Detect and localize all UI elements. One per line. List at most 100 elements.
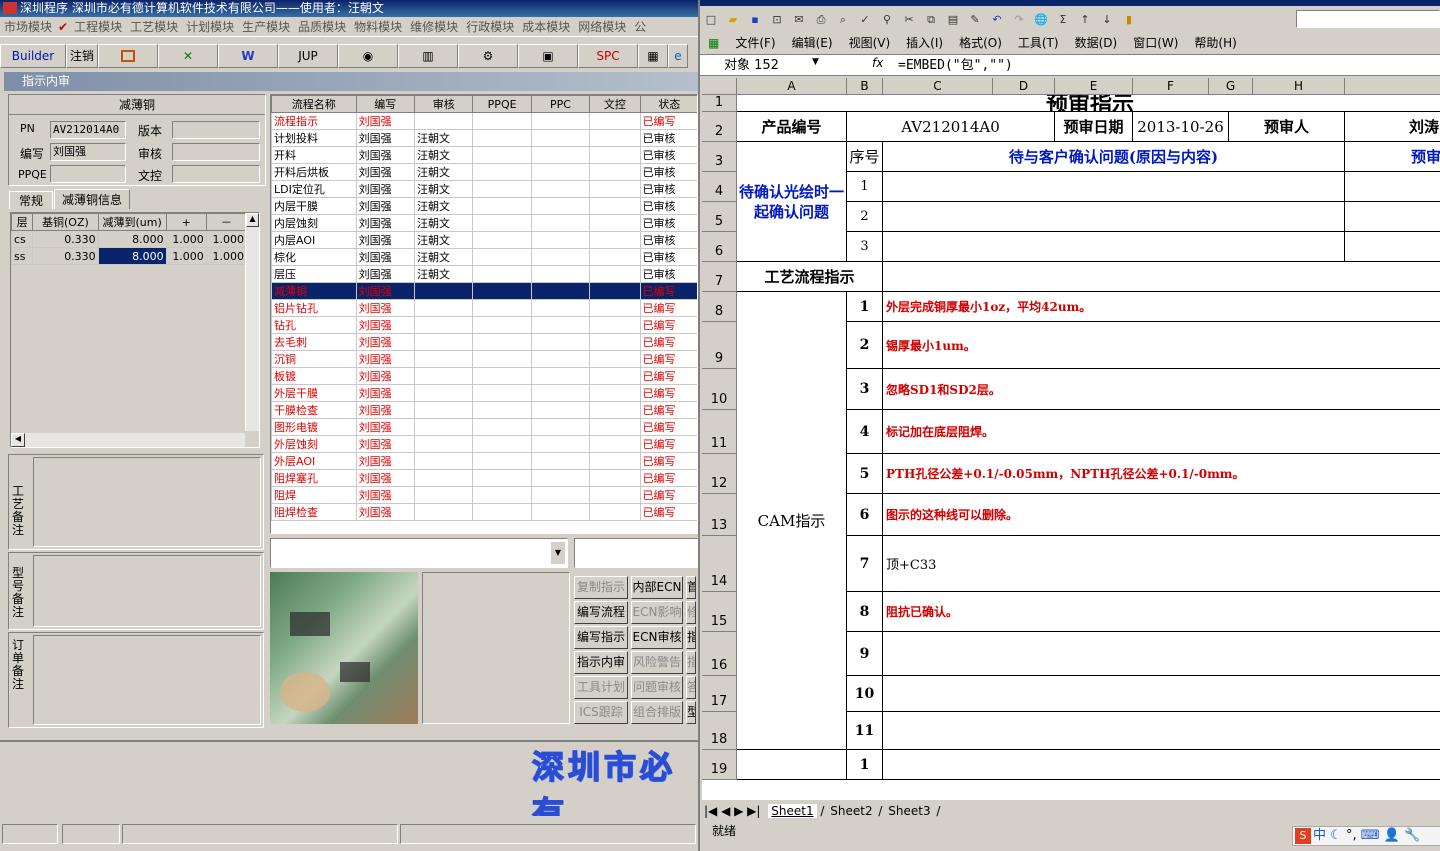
- spell-icon[interactable]: ✓: [855, 11, 875, 29]
- flow-cell[interactable]: 刘国强: [355, 350, 416, 368]
- tab-nav-icon[interactable]: |◀ ◀ ▶ ▶|: [700, 804, 764, 818]
- question-number[interactable]: 1: [847, 172, 883, 202]
- flow-cell[interactable]: 刘国强: [355, 316, 416, 334]
- zoom-combo[interactable]: [1296, 10, 1440, 28]
- flow-row[interactable]: 外层蚀刻 刘国强 已编写: [271, 435, 697, 453]
- row-header[interactable]: 17: [702, 676, 737, 712]
- flow-cell[interactable]: [530, 214, 591, 232]
- menu-tools[interactable]: 工具(T): [1010, 32, 1067, 54]
- cam-item[interactable]: 忽略SD1和SD2层。: [883, 369, 1440, 410]
- flow-cell[interactable]: [530, 384, 591, 402]
- empty-cell[interactable]: [883, 750, 1440, 780]
- sort-desc-icon[interactable]: ↓: [1097, 11, 1117, 29]
- flow-cell[interactable]: 刘国强: [355, 248, 416, 266]
- row-header[interactable]: 7: [702, 262, 737, 292]
- flow-cell[interactable]: 刘国强: [355, 265, 416, 283]
- flow-cell[interactable]: 已编写: [639, 316, 697, 334]
- menu-process[interactable]: 工艺模块: [126, 17, 182, 36]
- cam-item[interactable]: [883, 712, 1440, 750]
- flow-cell[interactable]: [530, 367, 591, 385]
- flow-cell[interactable]: 已编写: [639, 469, 697, 487]
- flow-cell[interactable]: [589, 469, 641, 487]
- cam-number[interactable]: 5: [847, 454, 883, 494]
- action-button[interactable]: 风险警告: [631, 651, 683, 674]
- flow-cell[interactable]: 刘国强: [355, 231, 416, 249]
- flow-cell[interactable]: [472, 129, 532, 147]
- cam-item[interactable]: 锡厚最小1um。: [883, 322, 1440, 369]
- flow-row[interactable]: 阻焊塞孔 刘国强 已编写: [271, 469, 697, 487]
- flow-cell[interactable]: [530, 350, 591, 368]
- flow-cell[interactable]: [589, 486, 641, 504]
- row-header[interactable]: 11: [702, 410, 737, 454]
- menu-insert[interactable]: 插入(I): [898, 32, 951, 54]
- spc-button[interactable]: SPC: [578, 44, 638, 68]
- column-header-b[interactable]: B: [847, 78, 883, 95]
- sheet-tab-3[interactable]: Sheet3: [886, 804, 932, 818]
- action-button[interactable]: 编写指示: [574, 626, 628, 649]
- jup-button[interactable]: JUP: [278, 44, 338, 68]
- reviewer-label[interactable]: 预审人: [1229, 112, 1345, 142]
- copy-icon[interactable]: ⧉: [921, 11, 941, 29]
- sogou-icon[interactable]: S: [1295, 828, 1311, 844]
- flow-cell[interactable]: 已编写: [639, 418, 697, 436]
- flow-cell[interactable]: 已审核: [639, 231, 697, 249]
- flow-cell[interactable]: [530, 282, 591, 300]
- flow-cell[interactable]: 已编写: [639, 282, 697, 300]
- cam-item[interactable]: 顶+C33: [883, 536, 1440, 592]
- cam-number[interactable]: 2: [847, 322, 883, 369]
- flow-cell[interactable]: [413, 435, 474, 453]
- flow-cell[interactable]: 减薄铜: [271, 282, 357, 300]
- flow-cell[interactable]: [472, 197, 532, 215]
- flow-cell[interactable]: [472, 452, 532, 470]
- flow-cell[interactable]: 刘国强: [355, 163, 416, 181]
- flow-cell[interactable]: [530, 112, 591, 130]
- action-button[interactable]: 工具计划: [574, 676, 628, 699]
- flow-cell[interactable]: 沉铜: [271, 350, 357, 368]
- action-button[interactable]: 型: [686, 701, 696, 724]
- sort-asc-icon[interactable]: ↑: [1075, 11, 1095, 29]
- flow-cell[interactable]: 内层AOI: [271, 231, 357, 249]
- flow-cell[interactable]: 已审核: [639, 146, 697, 164]
- row-header[interactable]: 2: [702, 112, 737, 142]
- flow-cell[interactable]: [589, 282, 641, 300]
- action-button[interactable]: 修: [686, 601, 696, 624]
- flow-cell[interactable]: [530, 129, 591, 147]
- flow-cell[interactable]: 已编写: [639, 112, 697, 130]
- formula-input[interactable]: =EMBED("包",""): [898, 56, 1013, 75]
- flow-cell[interactable]: 汪朝文: [413, 146, 474, 164]
- menu-more[interactable]: 公: [630, 17, 650, 36]
- ime-language[interactable]: 中: [1313, 828, 1326, 843]
- sheet-tab-2[interactable]: Sheet2: [828, 804, 874, 818]
- action-button[interactable]: ICS跟踪: [574, 701, 628, 724]
- process-note-textarea[interactable]: [33, 457, 261, 547]
- flow-cell[interactable]: 已审核: [639, 197, 697, 215]
- flow-row[interactable]: 内层蚀刻 刘国强 汪朝文 已审核: [271, 214, 697, 232]
- action-button[interactable]: 指: [686, 626, 696, 649]
- row-header[interactable]: 9: [702, 322, 737, 369]
- flow-cell[interactable]: [589, 384, 641, 402]
- confirm-questions-label[interactable]: 待确认光绘时一起确认问题: [737, 142, 847, 262]
- row-header[interactable]: 19: [702, 750, 737, 780]
- flow-cell[interactable]: [413, 486, 474, 504]
- row-header[interactable]: 4: [702, 172, 737, 202]
- row-header[interactable]: 18: [702, 712, 737, 750]
- flow-cell[interactable]: [530, 163, 591, 181]
- flow-cell[interactable]: 已审核: [639, 180, 697, 198]
- flow-cell[interactable]: 刘国强: [355, 299, 416, 317]
- flow-cell[interactable]: 外层干膜: [271, 384, 357, 402]
- flow-row[interactable]: 阻焊检查 刘国强 已编写: [271, 503, 697, 521]
- cut-icon[interactable]: ✂: [899, 11, 919, 29]
- column-header-h[interactable]: H: [1253, 78, 1345, 95]
- row-header[interactable]: 14: [702, 536, 737, 592]
- grid-cell[interactable]: 1.000: [205, 230, 248, 248]
- flow-cell[interactable]: [589, 350, 641, 368]
- flow-cell[interactable]: [530, 469, 591, 487]
- grid-cell[interactable]: 0.330: [32, 230, 99, 248]
- tool-icon[interactable]: 🔧: [1404, 828, 1420, 843]
- flow-cell[interactable]: 已编写: [639, 503, 697, 521]
- flow-cell[interactable]: [589, 265, 641, 283]
- scroll-up-icon[interactable]: ▲: [246, 213, 259, 227]
- permission-icon[interactable]: ⊡: [767, 11, 787, 29]
- row-header[interactable]: 16: [702, 632, 737, 676]
- flow-cell[interactable]: [589, 231, 641, 249]
